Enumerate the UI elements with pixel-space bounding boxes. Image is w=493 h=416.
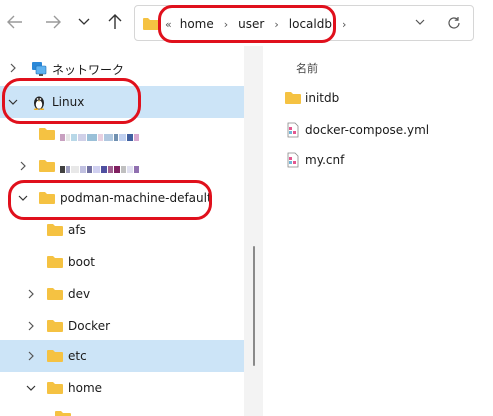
tree-item-label: boot [68, 255, 96, 269]
chevron-right-icon[interactable] [26, 321, 36, 331]
breadcrumb-home[interactable]: home [180, 17, 214, 31]
chevron-down-icon[interactable] [26, 383, 36, 393]
address-dropdown-icon[interactable] [415, 19, 425, 25]
file-item-initdb[interactable]: initdb [281, 84, 481, 112]
refresh-icon[interactable] [447, 16, 461, 30]
tree-item-label: podman-machine-default [60, 191, 212, 205]
tree-item-label: Linux [52, 95, 85, 109]
tree-item-linux[interactable]: Linux [0, 86, 244, 118]
folder-icon [39, 192, 55, 204]
tree-item-boot[interactable]: boot [0, 246, 244, 278]
arrow-up-icon [108, 14, 122, 29]
folder-icon [47, 350, 63, 362]
chevron-down-icon[interactable] [8, 97, 18, 107]
file-list: 名前 initdb docker-compose.yml my.cnf [263, 46, 493, 416]
tree-item-podman-machine-default[interactable]: podman-machine-default [0, 182, 244, 214]
tree-item-label: ネットワーク [52, 63, 125, 77]
breadcrumb-overflow[interactable]: « [165, 18, 172, 31]
folder-icon [47, 224, 63, 236]
tree-item-network[interactable]: ネットワーク [0, 52, 244, 84]
scrollbar-thumb[interactable] [253, 246, 255, 366]
folder-icon [285, 92, 301, 104]
chevron-right-icon[interactable] [8, 63, 18, 73]
cnf-file-icon [287, 152, 299, 168]
chevron-right-icon[interactable] [18, 161, 28, 171]
forward-button[interactable] [42, 10, 64, 34]
file-item-docker-compose[interactable]: docker-compose.yml [281, 116, 481, 144]
folder-icon [55, 411, 71, 416]
breadcrumb-separator-icon[interactable]: › [342, 18, 346, 31]
folder-icon [47, 256, 63, 268]
tree-item-etc[interactable]: etc [0, 340, 244, 372]
linux-penguin-icon [33, 96, 45, 110]
breadcrumb-separator-icon[interactable]: › [274, 18, 278, 31]
tree-item-label: Docker [68, 319, 111, 333]
tree-item-label: afs [68, 223, 86, 237]
arrow-left-icon [7, 15, 22, 29]
navigation-pane: ネットワーク Linux podman-machine-default afs … [0, 46, 244, 416]
arrow-right-icon [46, 15, 61, 29]
breadcrumb-user[interactable]: user [238, 17, 264, 31]
breadcrumb-localdb[interactable]: localdb [289, 17, 332, 31]
yml-file-icon [287, 122, 299, 138]
file-name: docker-compose.yml [305, 123, 430, 137]
recent-locations-button[interactable] [73, 10, 95, 34]
tree-item-afs[interactable]: afs [0, 214, 244, 246]
network-icon [32, 62, 47, 76]
folder-icon [47, 382, 63, 394]
address-bar[interactable]: « home › user › localdb › [134, 5, 474, 41]
folder-icon [47, 288, 63, 300]
chevron-down-icon[interactable] [18, 193, 28, 203]
tree-item-label: home [68, 381, 103, 395]
folder-icon [143, 18, 159, 30]
redacted-label [60, 130, 140, 144]
breadcrumb: « home › user › localdb › [165, 15, 356, 33]
column-header-name[interactable]: 名前 [296, 60, 318, 76]
navigation-bar: « home › user › localdb › [0, 0, 493, 46]
file-name: initdb [305, 91, 340, 105]
chevron-right-icon[interactable] [26, 289, 36, 299]
up-button[interactable] [104, 10, 126, 34]
tree-item-redacted[interactable] [0, 150, 244, 182]
tree-item-label: dev [68, 287, 91, 301]
folder-icon [39, 128, 55, 140]
breadcrumb-separator-icon[interactable]: › [224, 18, 228, 31]
file-name: my.cnf [305, 153, 345, 167]
chevron-right-icon[interactable] [26, 351, 36, 361]
pane-scrollbar[interactable] [244, 46, 263, 416]
tree-item-label: etc [68, 349, 87, 363]
chevron-down-icon [78, 18, 90, 25]
folder-icon [47, 320, 63, 332]
tree-item-home[interactable]: home [0, 372, 244, 404]
folder-icon [39, 160, 55, 172]
tree-item-redacted[interactable] [0, 118, 244, 150]
redacted-label [60, 162, 140, 176]
back-button[interactable] [4, 10, 26, 34]
tree-item-docker[interactable]: Docker [0, 310, 244, 342]
file-item-my-cnf[interactable]: my.cnf [281, 146, 481, 174]
tree-item-dev[interactable]: dev [0, 278, 244, 310]
